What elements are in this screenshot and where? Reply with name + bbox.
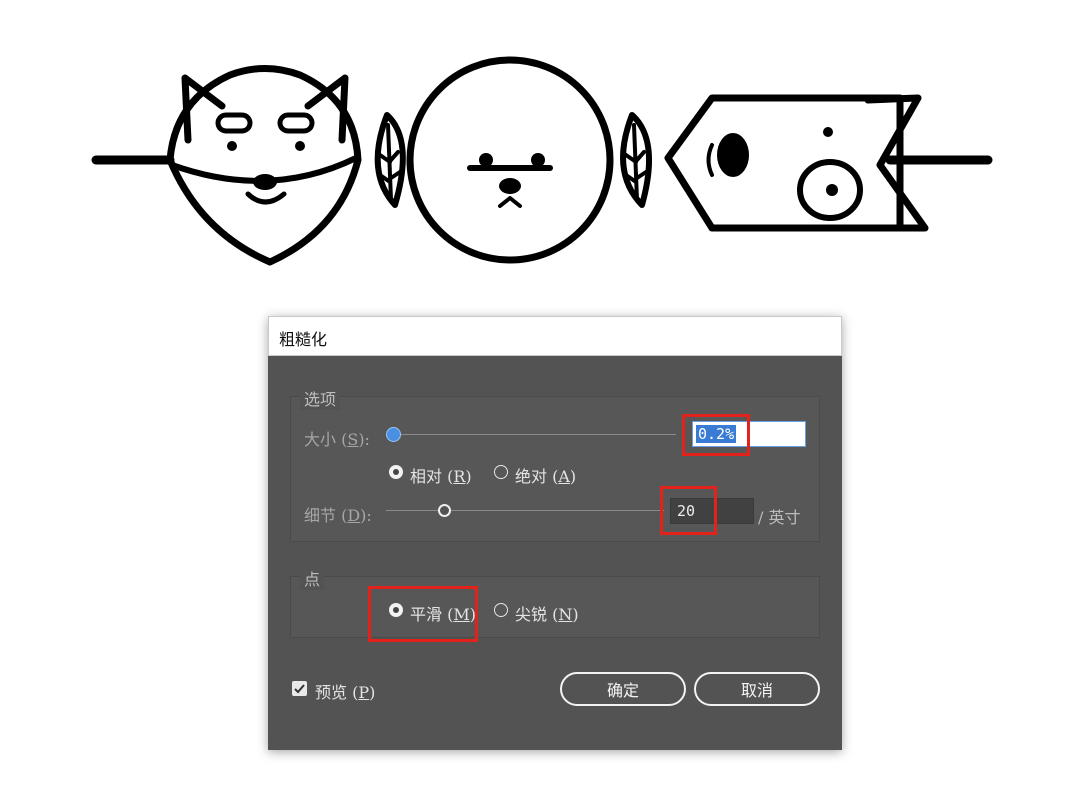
preview-checkbox[interactable] (292, 681, 307, 696)
highlight-smooth-box (368, 586, 478, 642)
highlight-size-box (682, 414, 750, 456)
ok-button[interactable]: 确定 (560, 672, 686, 706)
detail-slider-handle[interactable] (438, 504, 451, 517)
detail-unit: / 英寸 (758, 508, 801, 527)
roughen-dialog: 粗糙化 选项 大小 (S): 0.2% 相对 (R) 绝对 (A) 细节 (D)… (268, 316, 842, 750)
radio-absolute-label[interactable]: 绝对 (A) (515, 463, 576, 487)
radio-relative-label[interactable]: 相对 (R) (410, 463, 472, 487)
dog-faces-illustration (91, 56, 993, 266)
detail-label: 细节 (D): (304, 506, 372, 525)
dialog-titlebar: 粗糙化 (268, 316, 842, 356)
size-slider-track[interactable] (396, 434, 676, 435)
size-label: 大小 (S): (304, 430, 370, 449)
preview-label[interactable]: 预览 (P) (315, 679, 375, 703)
radio-absolute[interactable] (494, 465, 508, 479)
highlight-detail-box (660, 486, 717, 535)
checkmark-icon (294, 684, 305, 694)
points-group-label: 点 (300, 566, 325, 590)
size-slider-handle[interactable] (387, 428, 400, 441)
detail-slider-track[interactable] (386, 510, 664, 511)
radio-corner-label[interactable]: 尖锐 (N) (515, 601, 579, 625)
radio-corner[interactable] (494, 603, 508, 617)
cancel-button[interactable]: 取消 (694, 672, 820, 706)
radio-relative[interactable] (389, 465, 403, 479)
options-group-label: 选项 (300, 386, 341, 410)
dialog-title: 粗糙化 (279, 330, 328, 349)
